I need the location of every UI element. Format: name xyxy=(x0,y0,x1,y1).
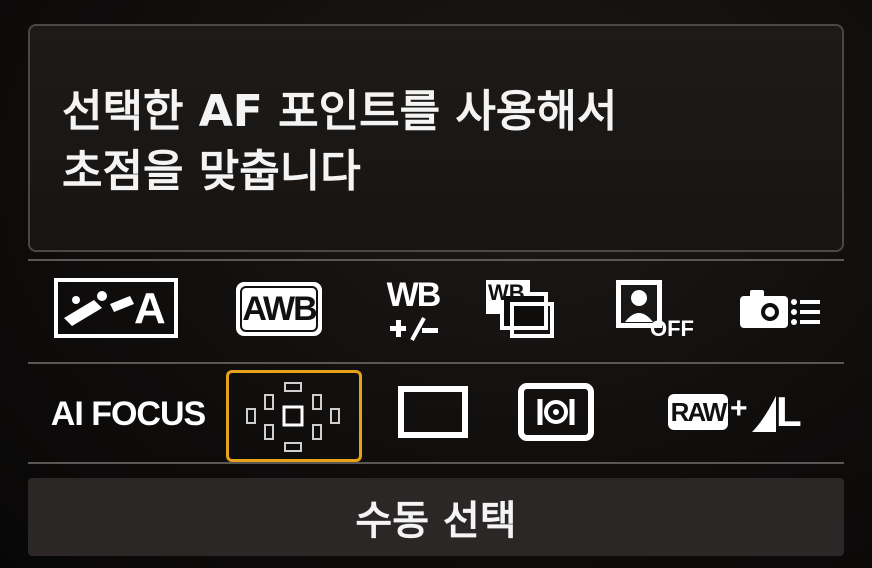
jpeg-fine-icon xyxy=(752,396,776,432)
image-quality-button[interactable]: RAW + L xyxy=(658,384,808,442)
white-balance-button[interactable]: AWB xyxy=(236,282,322,336)
quality-plus: + xyxy=(730,392,748,425)
peripheral-illumination-off-label: OFF xyxy=(650,316,694,341)
camera-settings-button[interactable] xyxy=(736,286,826,334)
status-bar: 수동 선택 xyxy=(28,478,844,556)
camera-quick-control-screen: 선택한 AF 포인트를 사용해서 초점을 맞춥니다 A AWB WB WB OF… xyxy=(0,0,872,568)
af-point-selection-button[interactable] xyxy=(226,370,362,462)
wb-shift-button[interactable]: WB xyxy=(380,274,446,346)
shooting-settings-row: AI FOCUS RAW + L xyxy=(28,366,844,462)
jpeg-size-label: L xyxy=(776,388,802,435)
picture-style-auto-button[interactable]: A xyxy=(54,278,178,338)
lens-aberration-button[interactable]: OFF xyxy=(612,276,694,346)
divider xyxy=(28,259,844,261)
metering-mode-button[interactable] xyxy=(516,380,596,444)
af-mode-label: AI FOCUS xyxy=(50,394,206,433)
picture-style-auto-label: A xyxy=(134,284,166,333)
help-text: 선택한 AF 포인트를 사용해서 초점을 맞춥니다 xyxy=(62,82,822,202)
af-mode-button[interactable]: AI FOCUS xyxy=(42,382,214,446)
divider xyxy=(28,462,844,464)
evaluative-metering-icon xyxy=(518,383,594,441)
help-description-box: 선택한 AF 포인트를 사용해서 초점을 맞춥니다 xyxy=(28,24,844,252)
function-icons-row: A AWB WB WB OFF xyxy=(28,266,844,362)
wb-shift-label: WB xyxy=(386,276,442,314)
help-text-line-2: 초점을 맞춥니다 xyxy=(62,146,361,197)
camera-settings-icon xyxy=(740,290,820,328)
help-text-line-1: 선택한 AF 포인트를 사용해서 xyxy=(62,86,618,137)
af-point-grid-icon xyxy=(246,382,340,452)
wb-shift-icon xyxy=(390,317,438,341)
wb-bracketing-button[interactable]: WB xyxy=(482,276,558,344)
divider xyxy=(28,362,844,364)
status-text: 수동 선택 xyxy=(355,498,517,544)
awb-label: AWB xyxy=(242,289,317,328)
drive-mode-button[interactable] xyxy=(388,382,478,442)
wb-bracketing-label: WB xyxy=(488,280,525,305)
single-frame-icon xyxy=(398,386,468,438)
raw-badge: RAW xyxy=(668,394,728,430)
